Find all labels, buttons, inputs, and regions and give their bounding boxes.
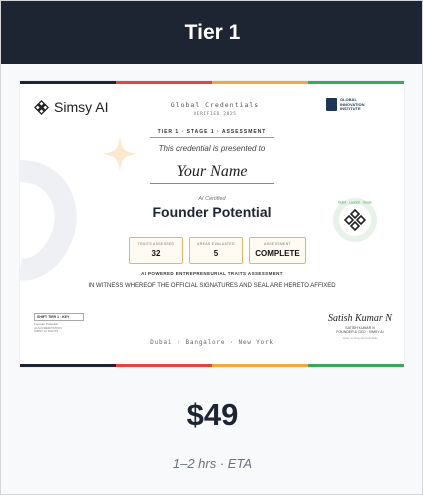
stats-row: TRAITS ASSESSED 32 AREAS EVALUATED 5 ASS…	[129, 237, 306, 264]
bottom-color-stripe	[20, 364, 404, 367]
stat-areas: AREAS EVALUATED 5	[189, 237, 243, 264]
institute-logo: GLOBAL INNOVATION INSTITUTE	[326, 97, 365, 112]
powered-by: AI POWERED ENTREPRENEURIAL TRAITS ASSESS…	[141, 271, 283, 276]
stat-label: ASSESSMENT	[264, 242, 291, 246]
left-badge-title: SHIFT TIER 1 · KEY	[34, 313, 84, 321]
global-credentials-label: Global Credentials	[170, 101, 260, 109]
signer-title: FOUNDER & CEO · SIMSY AI	[336, 330, 384, 334]
institute-mark-icon	[326, 98, 337, 112]
verify-note: Verify at simsy.ai/credentials	[342, 336, 378, 340]
presented-to: This credential is presented to	[158, 144, 266, 153]
eta: 1–2 hrs · ETA	[172, 456, 253, 471]
simsy-logo-icon	[34, 99, 49, 115]
launch-seal: Build · Launch · Scale	[333, 198, 377, 242]
sparkle-icon	[102, 136, 138, 172]
top-color-stripe	[20, 81, 404, 84]
signature: Satish Kumar N	[328, 313, 392, 324]
witness-statement: IN WITNESS WHEREOF THE OFFICIAL SIGNATUR…	[88, 283, 336, 289]
simsy-logo: Simsy AI	[34, 99, 108, 115]
stat-assessment: ASSESSMENT COMPLETE	[249, 237, 306, 264]
certificate-preview: Simsy AI Global Credentials VERIFIED 202…	[20, 81, 404, 367]
recipient-name: Your Name	[150, 163, 274, 184]
tier-title: Tier 1	[184, 20, 241, 44]
global-credentials: Global Credentials VERIFIED 2025	[170, 101, 260, 117]
cities-line: Dubai · Bangalore · New York	[150, 339, 274, 346]
brand-name: Simsy AI	[54, 99, 109, 115]
stat-value: COMPLETE	[255, 249, 300, 258]
stat-value: 32	[151, 249, 161, 258]
price: $49	[186, 397, 239, 432]
stat-label: TRAITS ASSESSED	[137, 242, 175, 246]
left-badge-line: SIMSY AI TRAITS	[34, 329, 59, 334]
verified-label: VERIFIED 2025	[193, 112, 237, 117]
left-badge: SHIFT TIER 1 · KEY Founder Potential AI …	[34, 313, 84, 334]
card-header: Tier 1	[1, 1, 422, 64]
seal-text: Build · Launch · Scale	[338, 201, 371, 205]
stat-traits: TRAITS ASSESSED 32	[129, 237, 183, 264]
tier-card[interactable]: Tier 1 Simsy AI Global Credentials VERIF…	[0, 0, 423, 495]
tier-stage-line: TIER 1 · STAGE 1 · ASSESSMENT	[150, 129, 274, 138]
signature-block: Satish Kumar N SATISH KUMAR N FOUNDER & …	[320, 313, 400, 340]
stat-value: 5	[213, 249, 219, 258]
stat-label: AREAS EVALUATED	[197, 242, 235, 246]
swirl-decoration	[20, 160, 77, 281]
institute-line-3: INSTITUTE	[340, 106, 361, 112]
